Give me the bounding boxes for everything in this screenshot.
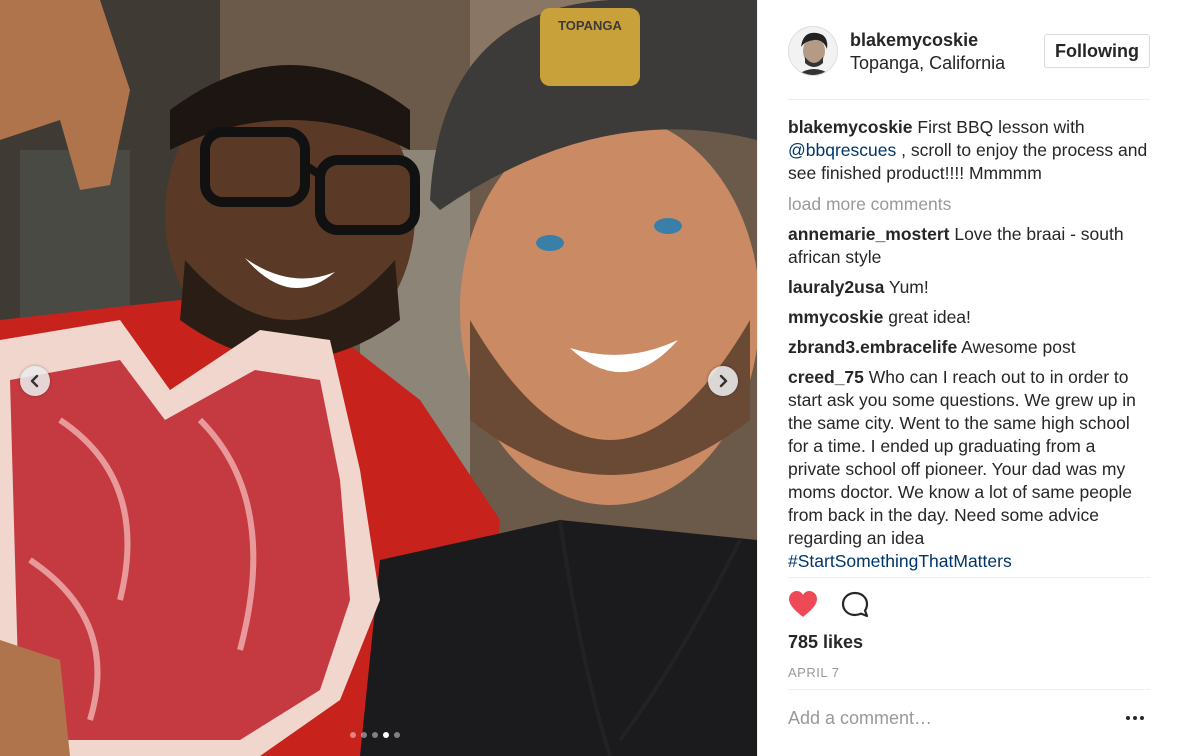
- caption-text: First BBQ lesson with: [912, 117, 1085, 137]
- comment-username[interactable]: lauraly2usa: [788, 277, 884, 297]
- ellipsis-icon: [1133, 716, 1137, 720]
- instagram-post: TOPANGA blakemycoskie Topanga, Californi…: [0, 0, 1180, 756]
- cap-logo-text: TOPANGA: [558, 18, 622, 33]
- post-side-panel: blakemycoskie Topanga, California Follow…: [757, 0, 1180, 756]
- divider: [788, 689, 1150, 690]
- heart-icon[interactable]: [788, 590, 818, 618]
- carousel-dot-active: [383, 732, 389, 738]
- post-location[interactable]: Topanga, California: [850, 53, 1005, 74]
- comment-item: mmycoskie great idea!: [788, 306, 1150, 329]
- comment-text: Yum!: [884, 277, 929, 297]
- ellipsis-icon: [1126, 716, 1130, 720]
- caption-mention-link[interactable]: @bbqrescues: [788, 140, 896, 160]
- ellipsis-icon: [1140, 716, 1144, 720]
- likes-count[interactable]: 785 likes: [788, 632, 863, 653]
- add-comment-input[interactable]: [788, 708, 1108, 729]
- carousel-dot: [394, 732, 400, 738]
- hashtag-link[interactable]: #StartSomethingThatMatters: [788, 551, 1012, 571]
- carousel-dot: [361, 732, 367, 738]
- comment-item: creed_75 Who can I reach out to in order…: [788, 366, 1150, 573]
- comments-list: blakemycoskie First BBQ lesson with @bbq…: [788, 116, 1150, 580]
- divider: [788, 577, 1150, 578]
- chevron-right-icon: [719, 374, 728, 388]
- comment-username[interactable]: zbrand3.embracelife: [788, 337, 957, 357]
- comment-username[interactable]: creed_75: [788, 367, 864, 387]
- previous-photo-button[interactable]: [20, 366, 50, 396]
- caption: blakemycoskie First BBQ lesson with @bbq…: [788, 116, 1150, 185]
- comment-text: Awesome post: [957, 337, 1076, 357]
- post-actions: [788, 590, 870, 624]
- carousel-dot: [350, 732, 356, 738]
- comment-bubble-icon[interactable]: [840, 590, 870, 620]
- next-photo-button[interactable]: [708, 366, 738, 396]
- post-header: blakemycoskie Topanga, California Follow…: [788, 24, 1150, 100]
- comment-username[interactable]: mmycoskie: [788, 307, 883, 327]
- avatar-image: [789, 27, 837, 75]
- caption-username[interactable]: blakemycoskie: [788, 117, 913, 137]
- comment-text: great idea!: [883, 307, 971, 327]
- avatar[interactable]: [788, 26, 838, 76]
- photo-scene: TOPANGA: [0, 0, 757, 756]
- carousel-indicator: [350, 732, 400, 738]
- load-more-comments-link[interactable]: load more comments: [788, 193, 1150, 216]
- comment-item: zbrand3.embracelife Awesome post: [788, 336, 1150, 359]
- more-options-button[interactable]: [1126, 716, 1144, 720]
- chevron-left-icon: [30, 374, 39, 388]
- comment-text: Who can I reach out to in order to start…: [788, 367, 1136, 548]
- comment-item: annemarie_mostert Love the braai - south…: [788, 223, 1150, 269]
- comment-username[interactable]: annemarie_mostert: [788, 224, 949, 244]
- post-photo[interactable]: TOPANGA: [0, 0, 757, 756]
- carousel-dot: [372, 732, 378, 738]
- post-username[interactable]: blakemycoskie: [850, 30, 978, 51]
- comment-item: lauraly2usa Yum!: [788, 276, 1150, 299]
- following-button[interactable]: Following: [1044, 34, 1150, 68]
- post-date[interactable]: APRIL 7: [788, 665, 839, 680]
